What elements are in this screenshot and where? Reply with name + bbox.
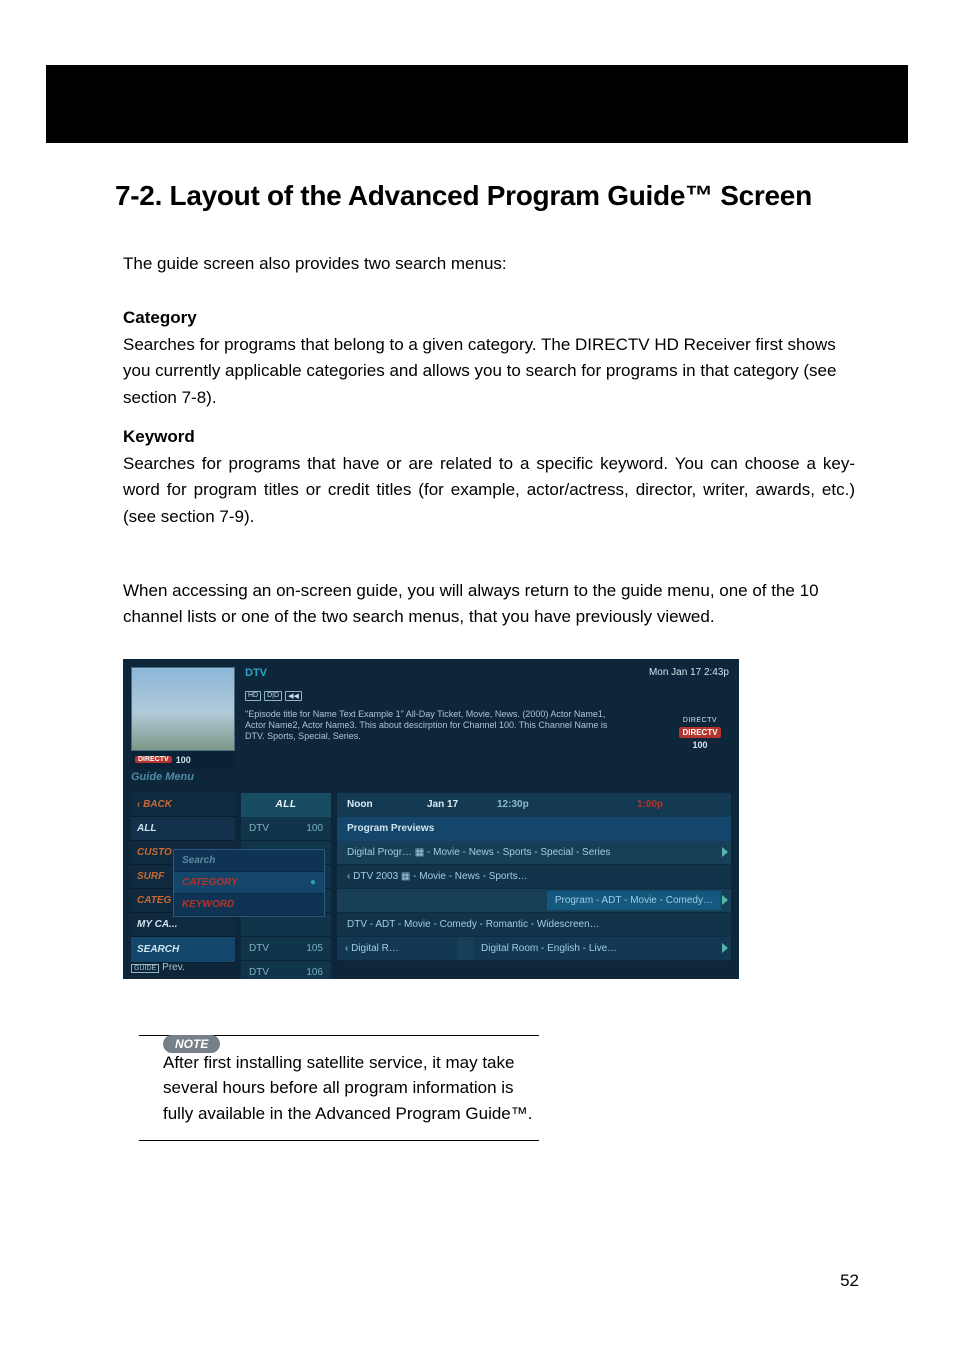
grid-cell: Program - ADT - Movie - Comedy…: [547, 891, 721, 910]
ch-num: 106: [306, 967, 323, 978]
time-1230p: 12:30p: [497, 799, 607, 810]
mini-pill: DIRECTV: [135, 756, 172, 763]
grid-cell-right: Digital Room - English - Live…: [473, 937, 731, 960]
search-popup: Search CATEGORY ● KEYWORD: [173, 849, 325, 917]
channel-column-head: ALL: [241, 793, 331, 817]
clock-label: Mon Jan 17 2:43p: [649, 667, 729, 678]
keyword-heading: Keyword: [123, 427, 855, 447]
time-date: Jan 17: [427, 799, 497, 810]
guide-menu-label: Guide Menu: [131, 771, 194, 783]
category-body: Searches for programs that belong to a g…: [123, 332, 855, 411]
prev-text: Prev.: [162, 962, 185, 973]
ch-name: DTV: [249, 823, 269, 834]
return-paragraph: When accessing an on-screen guide, you w…: [123, 578, 855, 631]
channel-strip: DIRECTV 100: [131, 751, 235, 769]
grid-row[interactable]: ‹ DTV 2003 ▦ - Movie - News - Sports…: [337, 865, 731, 889]
sidebar-item-search[interactable]: SEARCH: [131, 937, 235, 963]
time-noon: Noon: [337, 799, 427, 810]
time-100p: 1:00p: [607, 799, 731, 810]
chevron-right-icon: [722, 847, 728, 857]
ch-name: DTV: [249, 967, 269, 978]
grid-row[interactable]: Digital Progr… ▦ - Movie - News - Sports…: [337, 841, 731, 865]
popup-category-label: CATEGORY: [182, 877, 238, 888]
program-grid: Noon Jan 17 12:30p 1:00p Program Preview…: [337, 793, 731, 961]
mini-number: 100: [176, 755, 191, 765]
header-black-band: [46, 65, 908, 143]
prev-label: GUIDEPrev.: [131, 962, 185, 973]
keyword-body: Searches for programs that have or are r…: [123, 451, 855, 530]
category-heading: Category: [123, 308, 855, 328]
grid-section-title: Program Previews: [337, 817, 731, 841]
grid-time-header: Noon Jan 17 12:30p 1:00p: [337, 793, 731, 817]
logo-number: 100: [671, 740, 729, 750]
indicator-icons: HD D|D ◀◀: [245, 691, 302, 701]
guide-button-icon: GUIDE: [131, 964, 159, 973]
channel-logo-box: DIRECTV DIRECTV 100: [671, 717, 729, 750]
ch-num: 105: [306, 943, 323, 954]
grid-row[interactable]: Program - ADT - Movie - Comedy…: [337, 889, 731, 913]
page-title: 7-2. Layout of the Advanced Program Guid…: [115, 180, 855, 212]
sidebar-item-all[interactable]: ALL: [131, 817, 235, 841]
note-label: NOTE: [163, 1035, 220, 1053]
popup-dot-icon: ●: [310, 877, 316, 888]
intro-paragraph: The guide screen also provides two searc…: [123, 254, 855, 274]
channel-row[interactable]: DTV 106: [241, 961, 331, 979]
channel-label: DTV: [245, 667, 267, 679]
ch-name: DTV: [249, 943, 269, 954]
hd-icon: HD: [245, 691, 261, 701]
dolby-icon: D|D: [264, 691, 282, 701]
page-number: 52: [840, 1271, 859, 1291]
keyword-section: Keyword Searches for programs that have …: [123, 427, 855, 530]
sidebar-item-back[interactable]: ‹ BACK: [131, 793, 235, 817]
page-content: 7-2. Layout of the Advanced Program Guid…: [115, 180, 855, 1141]
popup-title: Search: [174, 850, 324, 872]
grid-cell: ‹ DTV 2003 ▦ - Movie - News - Sports…: [347, 871, 528, 882]
grid-cell-left: ‹ Digital R…: [337, 937, 457, 960]
program-info-text: "Episode title for Name Text Example 1" …: [245, 709, 625, 743]
grid-cell: DTV - ADT - Movie - Comedy - Romantic - …: [347, 919, 600, 930]
ch-num: 100: [306, 823, 323, 834]
grid-cell: Digital Progr… ▦ - Movie - News - Sports…: [347, 847, 610, 858]
chevron-right-icon: [722, 895, 728, 905]
rewind-icon: ◀◀: [285, 691, 302, 701]
chevron-right-icon: [722, 943, 728, 953]
logo-small-text: DIRECTV: [671, 717, 729, 724]
grid-row[interactable]: ‹ Digital R… Digital Room - English - Li…: [337, 937, 731, 961]
popup-item-category[interactable]: CATEGORY ●: [174, 872, 324, 894]
preview-pane: [131, 667, 235, 751]
grid-row[interactable]: DTV - ADT - Movie - Comedy - Romantic - …: [337, 913, 731, 937]
note-block: NOTE After first installing satellite se…: [139, 1035, 539, 1142]
guide-screenshot: DTV Mon Jan 17 2:43p HD D|D ◀◀ "Episode …: [123, 659, 739, 979]
category-section: Category Searches for programs that belo…: [123, 308, 855, 411]
popup-item-keyword[interactable]: KEYWORD: [174, 894, 324, 916]
channel-row[interactable]: DTV 100: [241, 817, 331, 841]
channel-row[interactable]: DTV 105: [241, 937, 331, 961]
logo-pill: DIRECTV: [679, 727, 720, 738]
